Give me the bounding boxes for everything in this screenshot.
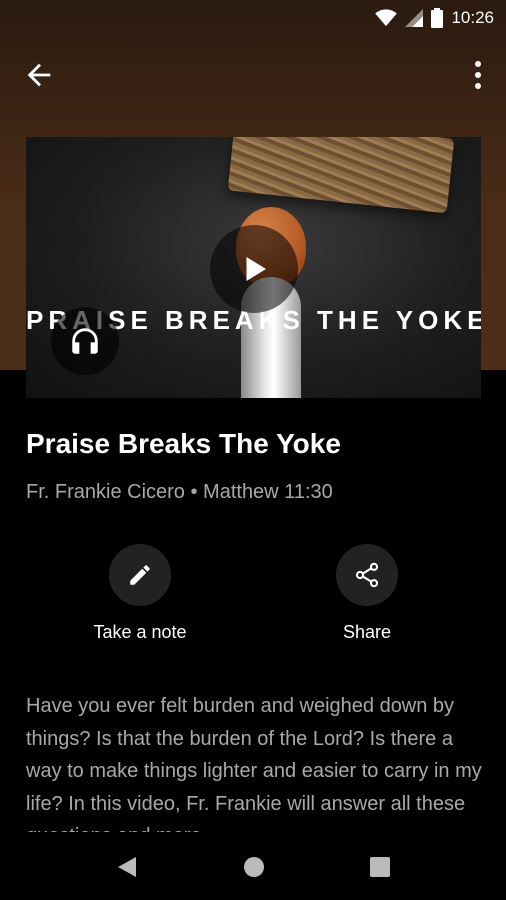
share-button[interactable]: Share: [287, 544, 447, 643]
play-button[interactable]: [210, 225, 298, 313]
nav-recents-button[interactable]: [367, 854, 393, 880]
share-icon: [355, 562, 379, 588]
video-thumbnail[interactable]: PRAISE BREAKS THE YOKE: [26, 137, 481, 398]
nav-back-icon: [118, 857, 136, 877]
system-navigation-bar: [0, 832, 506, 900]
pencil-icon: [130, 565, 150, 585]
take-note-circle[interactable]: [109, 544, 171, 606]
share-label: Share: [342, 622, 392, 642]
battery-icon: [431, 8, 444, 28]
thumbnail-bread-image: [227, 137, 455, 214]
status-bar: 10:26: [0, 0, 506, 36]
arrow-left-icon: [27, 63, 51, 87]
take-note-button[interactable]: Take a note: [60, 544, 220, 643]
wifi-icon: [375, 9, 398, 27]
sermon-subtitle: Fr. Frankie Cicero • Matthew 11:30: [26, 481, 333, 503]
play-icon: [246, 257, 266, 281]
back-button[interactable]: [22, 58, 56, 92]
sermon-description: Have you ever felt burden and weighed do…: [26, 695, 482, 832]
nav-home-icon: [244, 857, 264, 877]
sermon-title: Praise Breaks The Yoke: [26, 428, 341, 459]
nav-back-button[interactable]: [114, 854, 140, 880]
listen-audio-button[interactable]: [51, 307, 119, 375]
take-note-label: Take a note: [93, 622, 187, 642]
share-circle[interactable]: [336, 544, 398, 606]
headphones-icon: [72, 328, 98, 354]
overflow-menu-button[interactable]: [468, 58, 488, 92]
clock: 10:26: [451, 8, 494, 27]
signal-icon: [405, 9, 424, 27]
more-vertical-icon: [475, 61, 481, 89]
app-bar: [0, 36, 506, 112]
nav-home-button[interactable]: [241, 854, 267, 880]
nav-recents-icon: [370, 857, 390, 877]
